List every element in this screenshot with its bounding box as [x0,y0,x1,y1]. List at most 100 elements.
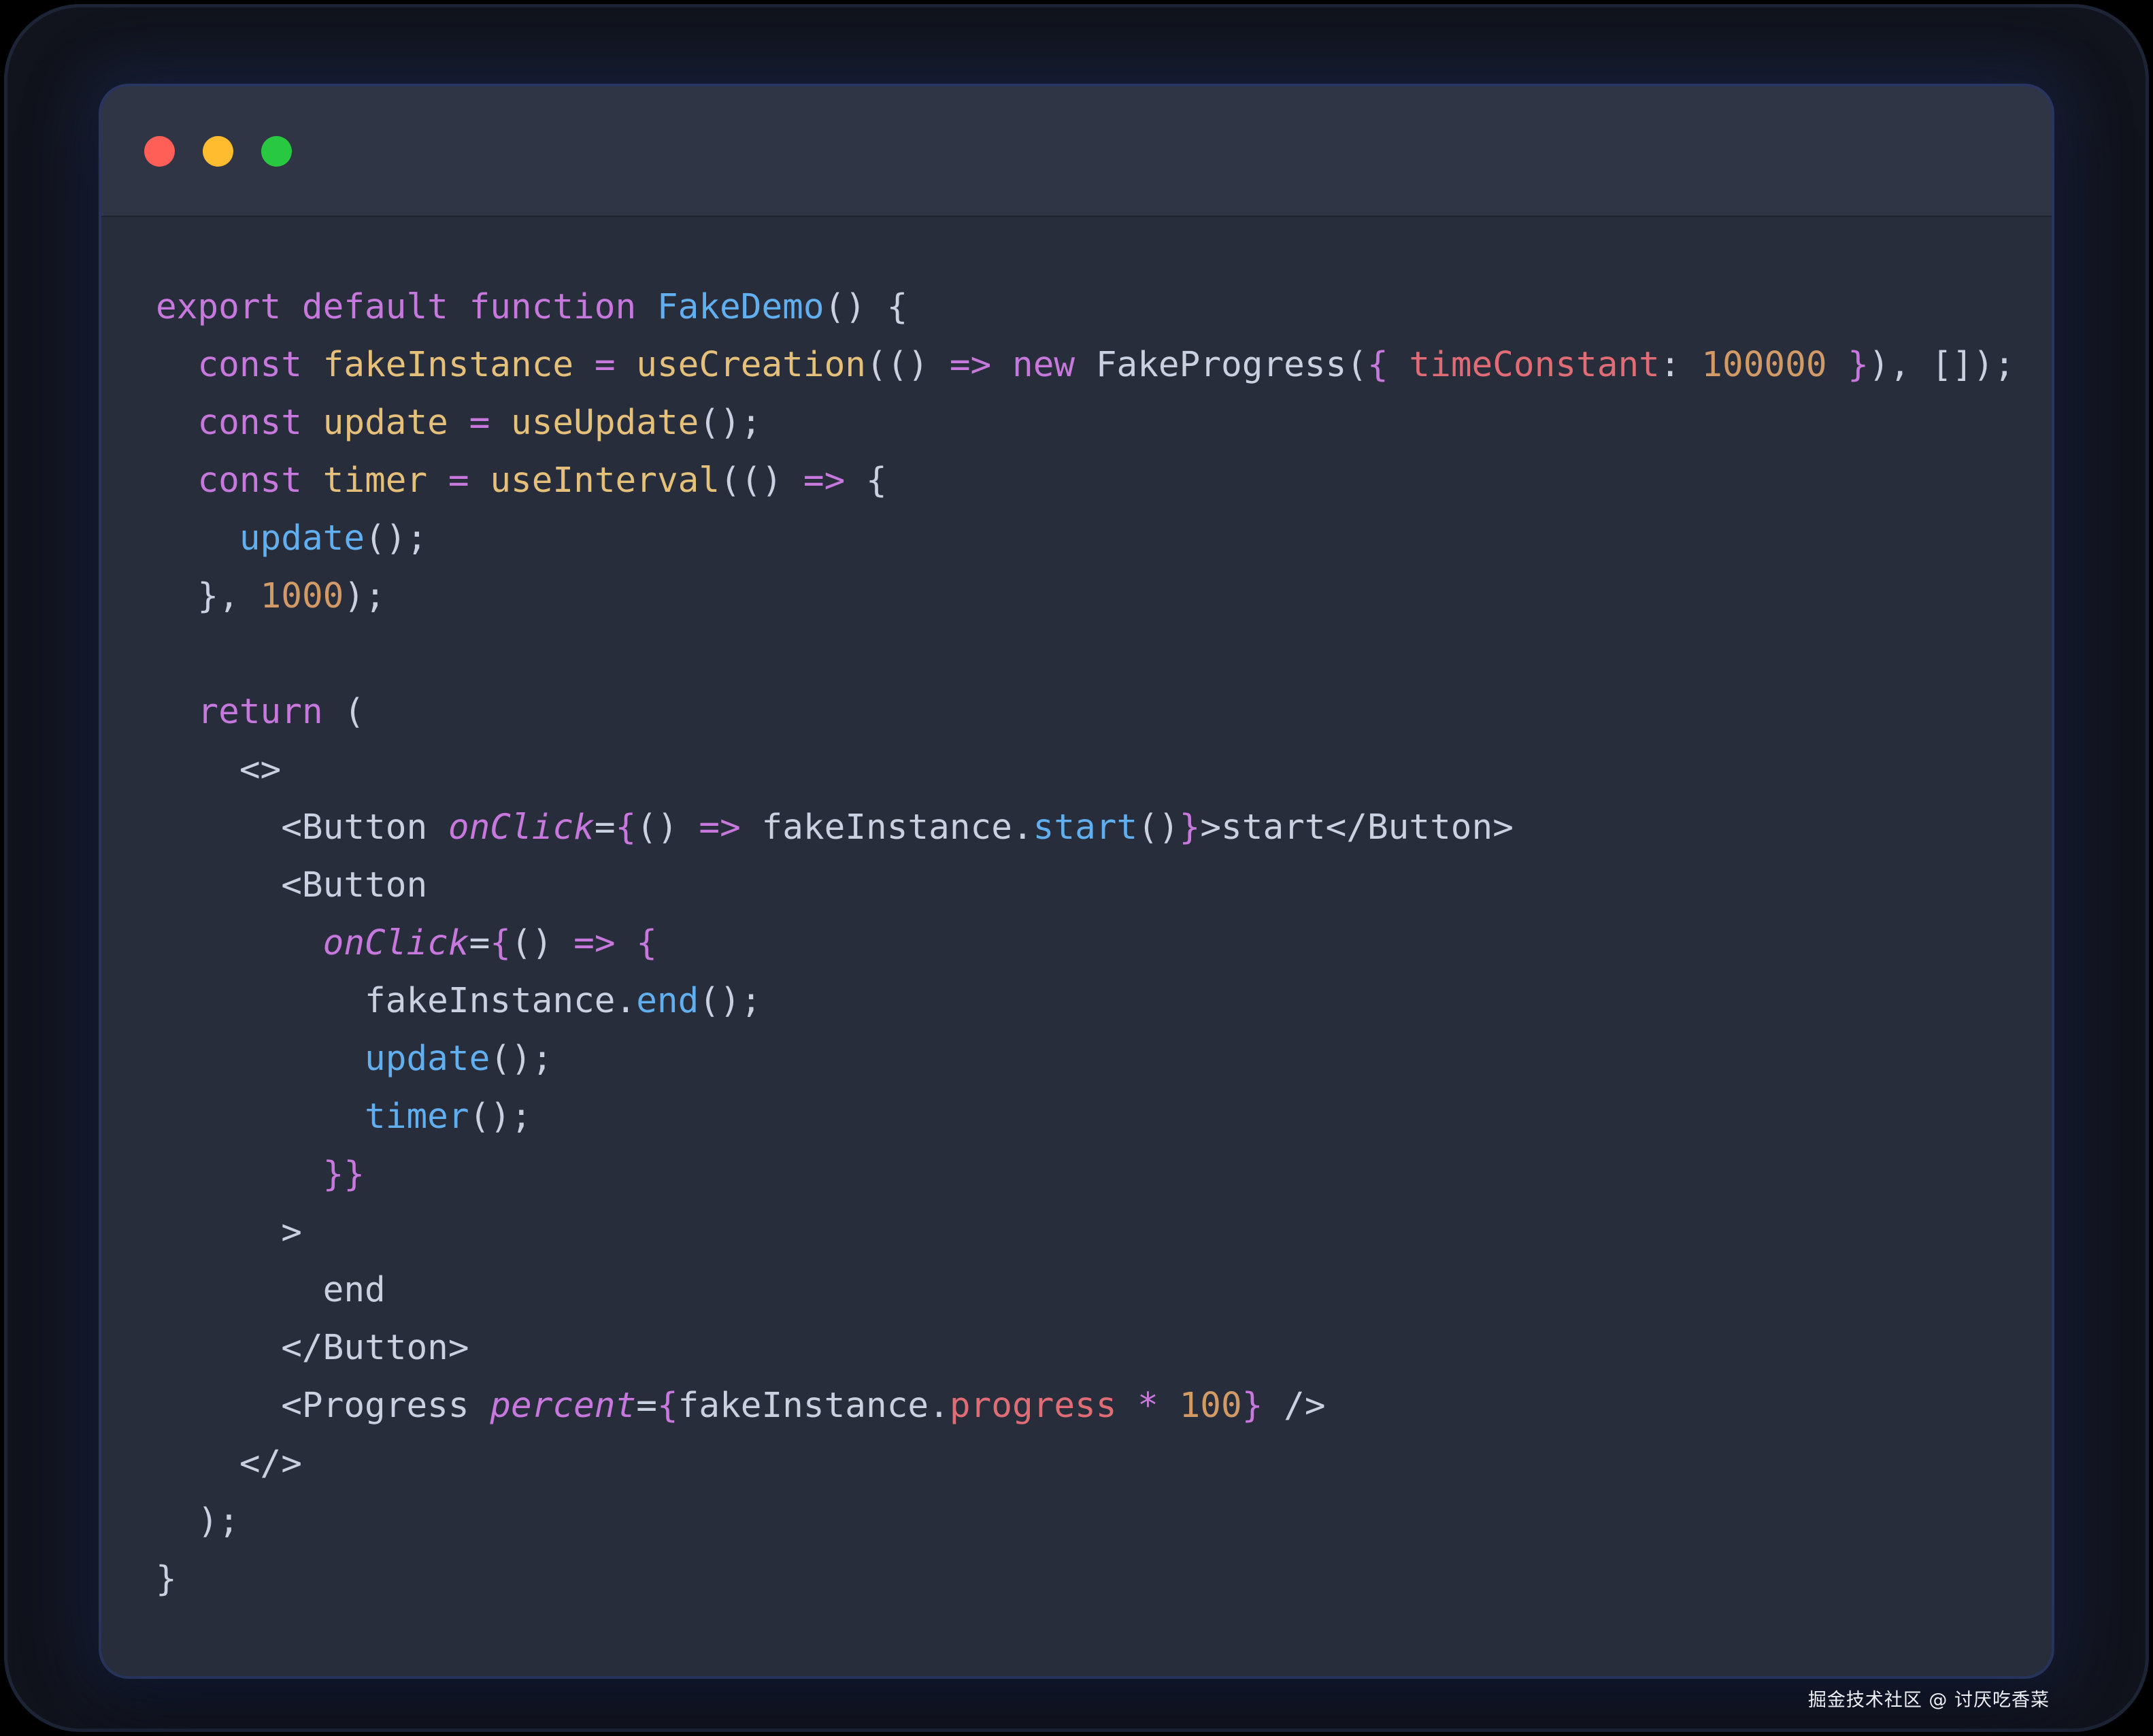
code-token [156,1097,365,1137]
code-line: ); [156,1492,1997,1550]
code-token [156,1039,365,1079]
code-token: update [323,403,448,443]
code-token: ( [323,692,365,732]
code-line: timer(); [156,1088,1997,1146]
code-token: FakeProgress( [1096,345,1367,385]
code-line: <> [156,741,1997,799]
code-token: } [1242,1386,1263,1426]
code-line: fakeInstance.end(); [156,972,1997,1030]
code-token: * [1116,1386,1179,1426]
code-token: </> [156,1443,302,1484]
code-line: </Button> [156,1319,1997,1377]
code-token: return [197,692,322,732]
code-token: = [448,403,511,443]
code-token: timer [323,461,428,501]
code-token: = [427,461,490,501]
code-token: (() [866,345,950,385]
code-line: <Progress percent={fakeInstance.progress… [156,1377,1997,1435]
code-token [156,403,197,443]
code-line: }, 1000); [156,567,1997,625]
code-token: { [490,923,511,963]
code-token: ); [156,1501,239,1541]
code-line: const timer = useInterval(() => { [156,452,1997,510]
code-token: fakeInstance [323,345,573,385]
code-token [156,518,239,558]
code-line: const update = useUpdate(); [156,394,1997,452]
code-token: => { [573,923,657,963]
code-token: (); [490,1039,552,1079]
code-token: <Button [156,807,448,848]
code-token: fakeInstance. [156,981,636,1021]
code-token: useCreation [636,345,866,385]
code-token: FakeDemo [657,287,824,327]
code-token: 100000 [1701,345,1826,385]
code-line: }} [156,1146,1997,1203]
code-token: (() [720,461,803,501]
code-token: <Button [156,865,427,905]
code-token: () [1137,807,1179,848]
code-token: { [616,807,637,848]
code-line: end [156,1261,1997,1319]
code-line: > [156,1203,1997,1261]
zoom-button[interactable] [261,136,292,167]
code-line: const fakeInstance = useCreation(() => n… [156,336,1997,394]
code-token: }, [156,576,261,616]
code-token [991,345,1012,385]
code-token: timer [365,1097,469,1137]
code-token: { [1367,345,1409,385]
minimize-button[interactable] [203,136,233,167]
code-line [156,625,1997,683]
code-token: > [156,1212,302,1252]
code-token [156,923,323,963]
code-token: => [803,461,845,501]
code-token: useUpdate [511,403,699,443]
code-token: export default function [156,287,657,327]
code-window: export default function FakeDemo() { con… [101,86,2052,1676]
code-token: update [365,1039,490,1079]
code-token: () [511,923,573,963]
code-token: const [197,461,322,501]
code-token: (); [699,403,761,443]
code-line: <Button [156,856,1997,914]
code-token: : [1660,345,1701,385]
code-token: progress [950,1386,1117,1426]
code-token: = [573,345,636,385]
code-line: <Button onClick={() => fakeInstance.star… [156,799,1997,856]
code-token: 1000 [261,576,344,616]
code-line: update(); [156,1030,1997,1088]
code-token: = [636,1386,657,1426]
code-token: ); [344,576,385,616]
code-token: useInterval [490,461,720,501]
code-token: } [156,1559,177,1599]
code-line: onClick={() => { [156,914,1997,972]
code-line: } [156,1550,1997,1608]
code-line: update(); [156,510,1997,567]
code-token: const [197,403,322,443]
code-line: export default function FakeDemo() { [156,278,1997,336]
code-area: export default function FakeDemo() { con… [101,217,2052,1676]
code-token: = [595,807,616,848]
code-token: start [1033,807,1138,848]
code-token: fakeInstance. [762,807,1033,848]
code-token [156,461,197,501]
code-token: const [197,345,322,385]
code-token [156,1154,323,1195]
code-token: (); [365,518,427,558]
code-line: </> [156,1435,1997,1492]
code-token [156,345,197,385]
code-token: () [636,807,699,848]
code-token: () { [824,287,908,327]
code-token: <> [156,750,281,790]
close-button[interactable] [144,136,175,167]
code-token: (); [469,1097,532,1137]
code-token: } [1827,345,1869,385]
code-token: new [1012,345,1096,385]
code-token: ), []); [1869,345,2015,385]
code-token: { [657,1386,678,1426]
code-token: percent [490,1386,636,1426]
code-token: end [156,1270,386,1310]
code-token: (); [699,981,761,1021]
code-token: => [699,807,761,848]
code-token: = [469,923,490,963]
code-token: end [636,981,699,1021]
